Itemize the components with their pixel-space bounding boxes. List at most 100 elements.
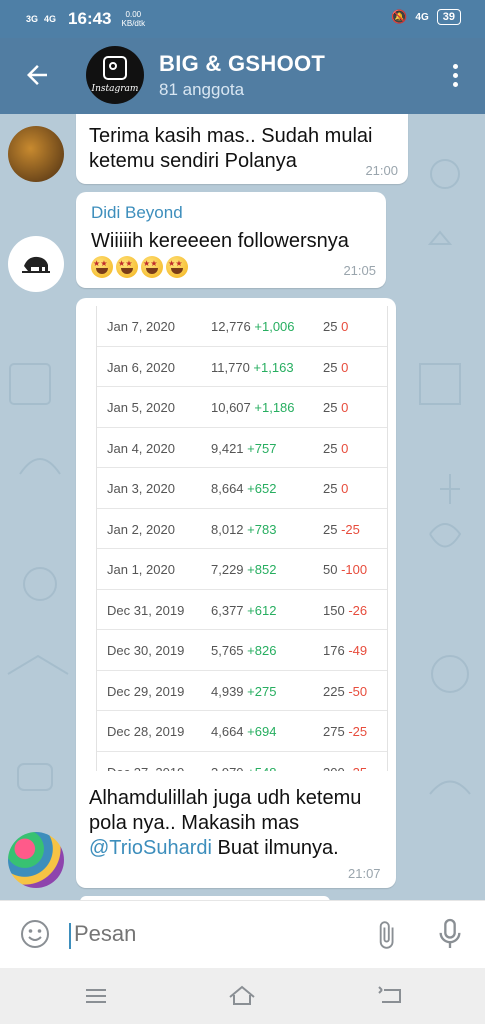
following-count: 275 xyxy=(323,724,345,739)
member-count[interactable]: 81 anggota xyxy=(159,80,244,100)
avatar[interactable] xyxy=(8,832,64,888)
followers-gain: +275 xyxy=(247,683,277,699)
message-time: 21:07 xyxy=(348,866,381,881)
clock: 16:43 xyxy=(68,9,112,28)
message-text: Terima kasih mas.. Sudah mulai ketemu se… xyxy=(89,125,373,172)
row-date: Dec 29, 2019 xyxy=(107,683,185,699)
following-count: 25 xyxy=(323,481,338,496)
more-options-icon[interactable] xyxy=(453,64,459,91)
menu-icon[interactable] xyxy=(81,982,111,1010)
followers-gain: +548 xyxy=(247,765,276,772)
row-followers: 5,765 +826 xyxy=(211,643,276,658)
followers-gain: +1,186 xyxy=(254,400,295,415)
table-row: Jan 3, 2020 8,664 +652 25 0 xyxy=(97,467,387,508)
row-followers: 4,664 +694 xyxy=(211,724,276,739)
row-following: 25 0 xyxy=(323,360,348,375)
star-struck-emoji-icon xyxy=(116,256,138,278)
followers-count: 7,229 xyxy=(211,562,244,577)
table-row: Jan 7, 2020 12,776 +1,006 25 0 xyxy=(97,306,387,346)
row-followers: 9,421 +757 xyxy=(211,441,276,456)
row-date: Dec 31, 2019 xyxy=(107,602,185,618)
row-following: 225 -50 xyxy=(323,684,367,699)
following-change: 0 xyxy=(341,359,349,375)
row-following: 25 0 xyxy=(323,441,348,456)
back-arrow-icon[interactable] xyxy=(22,60,52,90)
chat-area[interactable]: Terima kasih mas.. Sudah mulai ketemu se… xyxy=(0,114,485,900)
network-indicator: 4G xyxy=(44,14,57,24)
message-caption: Alhamdulillah juga udh ketemu pola nya..… xyxy=(89,786,389,861)
text-caret xyxy=(69,923,71,949)
network-indicator: 3G xyxy=(26,14,39,24)
network-speed: 0.00 KB/dtk xyxy=(122,10,146,28)
microphone-icon[interactable] xyxy=(436,917,464,951)
following-count: 300 xyxy=(323,765,345,772)
mention-link[interactable]: @TrioSuhardi xyxy=(89,837,212,859)
followers-count: 4,664 xyxy=(211,724,244,739)
following-change: -25 xyxy=(348,765,367,772)
row-following: 25 0 xyxy=(323,319,348,334)
table-row: Jan 6, 2020 11,770 +1,163 25 0 xyxy=(97,345,387,387)
row-date: Jan 7, 2020 xyxy=(107,319,175,334)
message-time: 21:00 xyxy=(365,163,398,178)
mute-icon: 🔕 xyxy=(391,9,408,24)
row-following: 150 -26 xyxy=(323,603,367,618)
following-change: -49 xyxy=(348,643,368,658)
followers-count: 8,664 xyxy=(211,481,244,496)
table-row: Dec 31, 2019 6,377 +612 150 -26 xyxy=(97,588,387,630)
following-count: 176 xyxy=(323,643,345,658)
following-change: -50 xyxy=(348,683,368,699)
table-row: Dec 28, 2019 4,664 +694 275 -25 xyxy=(97,710,387,751)
following-count: 25 xyxy=(323,440,338,456)
row-following: 50 -100 xyxy=(323,562,367,577)
message-bubble[interactable]: Terima kasih mas.. Sudah mulai ketemu se… xyxy=(76,114,408,184)
row-date: Dec 30, 2019 xyxy=(107,643,185,658)
battery-icon: 39 xyxy=(436,9,461,25)
following-change: 0 xyxy=(341,440,349,456)
row-date: Dec 27, 2019 xyxy=(107,765,184,772)
following-count: 225 xyxy=(323,683,345,699)
following-change: 0 xyxy=(341,400,349,415)
following-count: 150 xyxy=(323,602,345,618)
row-followers: 6,377 +612 xyxy=(211,603,276,618)
row-following: 300 -25 xyxy=(323,765,367,772)
back-icon[interactable] xyxy=(376,982,406,1010)
stats-screenshot[interactable]: Jan 7, 2020 12,776 +1,006 25 0 Jan 6, 2020 1… xyxy=(96,306,388,771)
row-following: 25 -25 xyxy=(323,522,360,537)
star-struck-emoji-icon xyxy=(166,256,188,278)
followers-gain: +852 xyxy=(247,562,277,577)
followers-count: 9,421 xyxy=(211,440,244,456)
group-title[interactable]: BIG & GSHOOT xyxy=(159,51,325,77)
message-bubble[interactable]: Didi Beyond Wiiiiih kereeeen followersny… xyxy=(76,192,386,288)
followers-count: 4,939 xyxy=(211,683,244,699)
following-change: -25 xyxy=(348,724,368,739)
avatar-text: Instagram xyxy=(91,84,139,94)
row-date: Jan 3, 2020 xyxy=(107,481,175,496)
following-change: -100 xyxy=(341,562,368,577)
row-date: Jan 1, 2020 xyxy=(107,562,175,577)
group-avatar[interactable]: Instagram xyxy=(86,46,144,104)
message-input[interactable] xyxy=(74,921,354,947)
followers-gain: +694 xyxy=(247,724,277,739)
row-followers: 8,012 +783 xyxy=(211,522,276,537)
row-date: Jan 5, 2020 xyxy=(107,400,175,415)
row-date: Jan 2, 2020 xyxy=(107,521,175,537)
row-following: 25 0 xyxy=(323,481,348,496)
attach-icon[interactable] xyxy=(371,919,401,951)
emoji-icon[interactable] xyxy=(20,919,50,949)
sender-name[interactable]: Didi Beyond xyxy=(91,203,183,223)
row-followers: 4,939 +275 xyxy=(211,684,276,699)
mammoth-logo-icon xyxy=(22,256,50,273)
row-followers: 12,776 +1,006 xyxy=(211,319,295,334)
home-icon[interactable] xyxy=(227,982,257,1010)
following-count: 25 xyxy=(323,359,338,375)
followers-gain: +1,163 xyxy=(253,359,294,375)
followers-count: 5,765 xyxy=(211,643,244,658)
following-count: 25 xyxy=(323,521,338,537)
avatar[interactable] xyxy=(8,126,64,182)
row-followers: 10,607 +1,186 xyxy=(211,400,295,415)
followers-gain: +612 xyxy=(247,602,277,618)
avatar[interactable] xyxy=(8,236,64,292)
chat-header: Instagram BIG & GSHOOT 81 anggota xyxy=(0,38,485,114)
message-time: 21:05 xyxy=(343,263,376,278)
table-row: Jan 4, 2020 9,421 +757 25 0 xyxy=(97,426,387,468)
